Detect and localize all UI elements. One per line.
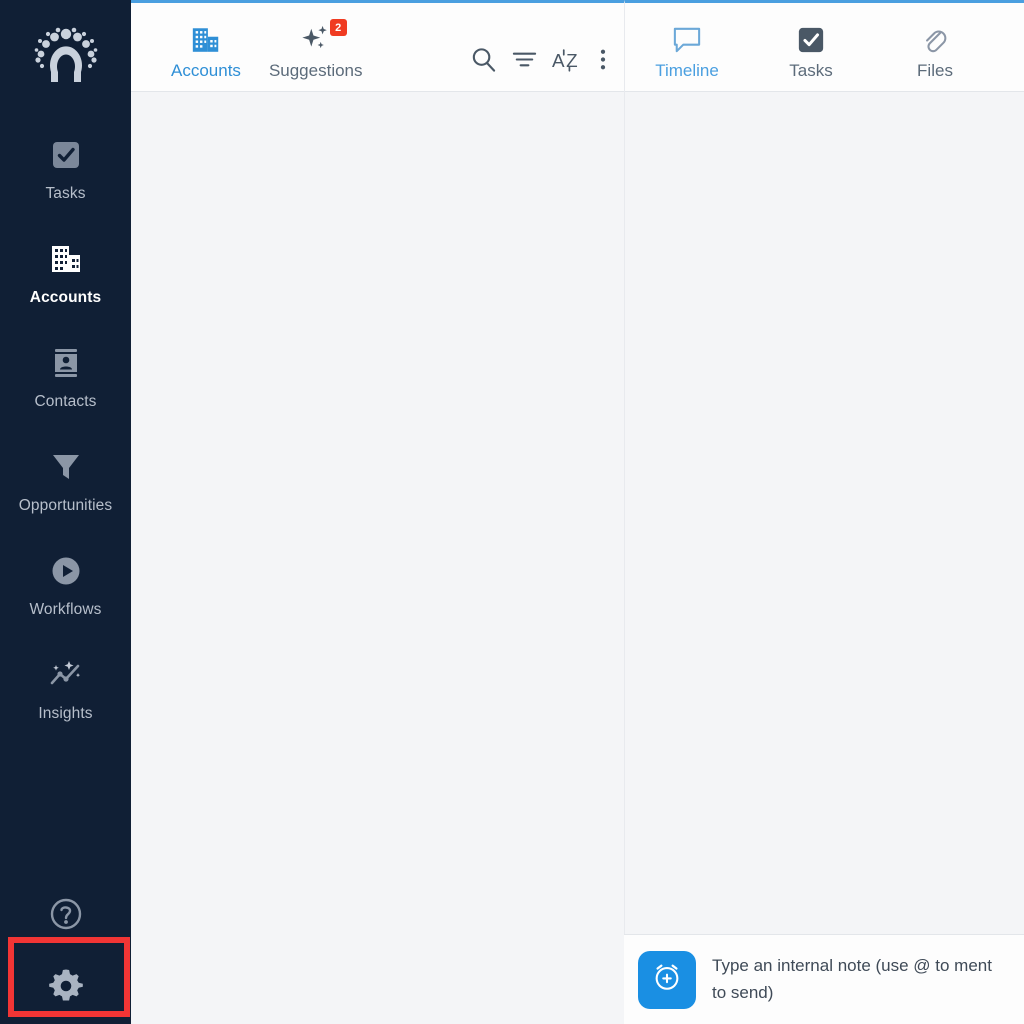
suggestions-badge: 2 — [329, 19, 347, 36]
detail-pane-content[interactable] — [625, 92, 1024, 937]
list-pane-content[interactable] — [131, 92, 624, 1024]
tab-label: Accounts — [171, 61, 241, 80]
tab-suggestions[interactable]: 2 Suggestions — [255, 19, 377, 91]
sidebar-item-opportunities[interactable]: Opportunities — [0, 428, 131, 532]
tab-label: Timeline — [655, 61, 719, 80]
sparkle-icon: 2 — [299, 19, 347, 57]
tab-label: Suggestions — [268, 61, 363, 80]
sidebar-item-contacts[interactable]: Contacts — [0, 324, 131, 428]
app-root: Tasks Accounts Contacts Opportunities Wo… — [0, 0, 1024, 1024]
paperclip-icon — [921, 24, 949, 56]
sidebar-nav-list: Tasks Accounts Contacts Opportunities Wo… — [0, 116, 131, 740]
horseshoe-dots-logo[interactable] — [33, 26, 99, 90]
gear-icon — [47, 967, 85, 1010]
note-input[interactable]: Type an internal note (use @ to ment to … — [712, 953, 992, 1006]
checkbox-icon — [45, 134, 87, 176]
sidebar-item-label: Opportunities — [18, 496, 113, 514]
tab-label: Files — [917, 61, 953, 80]
sidebar-item-tasks[interactable]: Tasks — [0, 116, 131, 220]
contact-card-icon — [45, 342, 87, 384]
checkbox-icon — [797, 24, 825, 56]
settings-button[interactable] — [0, 952, 131, 1024]
note-placeholder-line-2: to send) — [712, 982, 774, 1002]
sidebar-bottom-actions — [0, 880, 131, 1024]
tab-timeline[interactable]: Timeline — [625, 24, 749, 91]
detail-pane: Timeline Tasks Files — [624, 0, 1024, 1024]
sidebar-item-workflows[interactable]: Workflows — [0, 532, 131, 636]
funnel-icon — [45, 446, 87, 488]
play-circle-icon — [45, 550, 87, 592]
search-icon[interactable] — [470, 46, 497, 73]
chart-sparkle-icon — [45, 654, 87, 696]
sidebar-item-label: Workflows — [29, 600, 102, 618]
sidebar-item-label: Contacts — [34, 392, 97, 410]
question-circle-icon — [49, 897, 83, 936]
alarm-plus-icon — [651, 961, 683, 998]
tab-files[interactable]: Files — [873, 24, 997, 91]
svg-text:Z: Z — [566, 50, 578, 71]
building-icon — [45, 238, 87, 280]
note-composer: Type an internal note (use @ to ment to … — [624, 934, 1024, 1024]
detail-pane-tabs: Timeline Tasks Files — [625, 3, 1024, 92]
sidebar-item-label: Accounts — [29, 288, 102, 306]
filter-icon[interactable] — [511, 46, 538, 73]
tab-label: Tasks — [789, 61, 833, 80]
help-button[interactable] — [0, 880, 131, 952]
sidebar-item-label: Insights — [38, 704, 93, 722]
tab-accounts[interactable]: Accounts — [157, 23, 255, 91]
sidebar-item-accounts[interactable]: Accounts — [0, 220, 131, 324]
chat-bubble-icon — [672, 24, 702, 56]
sidebar: Tasks Accounts Contacts Opportunities Wo… — [0, 0, 131, 1024]
building-icon — [190, 23, 222, 57]
tab-tasks[interactable]: Tasks — [749, 24, 873, 91]
sort-alpha-icon[interactable]: A Z — [552, 46, 584, 73]
list-pane-toolbar: Accounts 2 Suggestions A Z — [131, 3, 624, 92]
note-placeholder-line-1: Type an internal note (use @ to ment — [712, 956, 992, 976]
list-pane-actions: A Z — [470, 46, 608, 73]
sidebar-item-insights[interactable]: Insights — [0, 636, 131, 740]
sidebar-item-label: Tasks — [45, 184, 86, 202]
add-reminder-button[interactable] — [638, 950, 696, 1009]
more-vertical-icon[interactable] — [598, 46, 608, 73]
list-pane: Accounts 2 Suggestions A Z — [131, 0, 624, 1024]
